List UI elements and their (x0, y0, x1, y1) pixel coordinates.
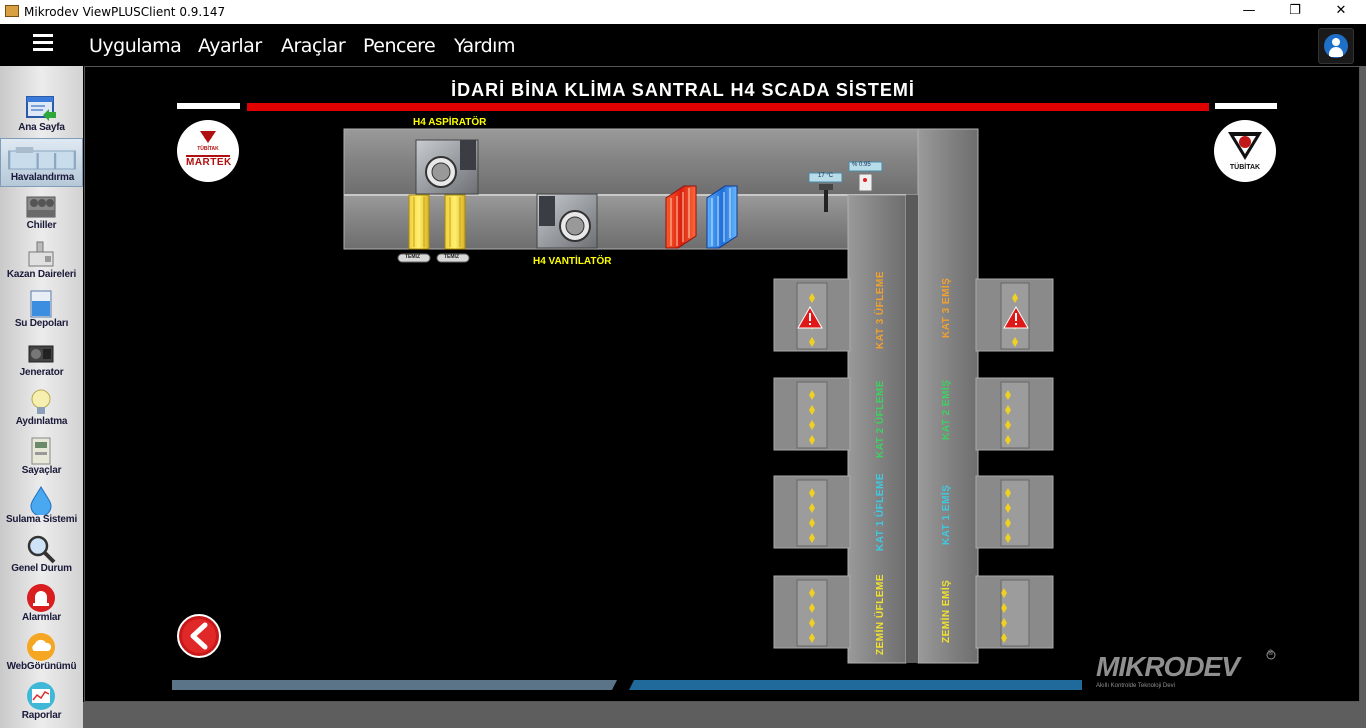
vantilator-label: H4 VANTİLATÖR (533, 256, 612, 267)
vantilator-fan[interactable] (536, 193, 598, 249)
back-button[interactable] (177, 614, 221, 658)
mikrodev-brand: MIKRODEV (1096, 651, 1240, 682)
title-bar-right-white (1215, 103, 1277, 109)
title-bar-red (247, 103, 1209, 111)
kat3-supply-label: KAT 3 ÜFLEME (875, 270, 886, 349)
kat2-supply-label: KAT 2 ÜFLEME (875, 379, 886, 458)
kat1-supply-label: KAT 1 ÜFLEME (875, 472, 886, 551)
filter-2-status: TEMİZ (444, 254, 459, 260)
martek-logo-small-text: TÜBİTAK (197, 146, 219, 152)
mikrodev-tagline: Akıllı Kontrolde Teknoloji Devi (1096, 683, 1175, 689)
aspirator-label: H4 ASPİRATÖR (413, 117, 487, 128)
tubitak-logo (1214, 120, 1276, 182)
heating-coil (665, 185, 697, 249)
temperature-readout: 17 °C (818, 173, 834, 179)
bottom-bar-right (629, 680, 1082, 690)
martek-logo-text: MARTEK (186, 157, 232, 168)
aspirator-fan[interactable] (415, 139, 479, 195)
tubitak-logo-text: TÜBİTAK (1229, 164, 1261, 171)
registered-mark: ® (1268, 650, 1274, 657)
humidity-readout: % 0.95 (852, 162, 871, 168)
filter-1-status: TEMİZ (405, 254, 420, 260)
zemin-exhaust-label: ZEMİN EMİŞ (941, 579, 952, 643)
zemin-supply-label: ZEMİN ÜFLEME (875, 574, 886, 655)
kat3-exhaust-label: KAT 3 EMİŞ (941, 277, 952, 338)
title-bar-left-white (177, 103, 240, 109)
bottom-bar-left (172, 680, 617, 690)
kat2-exhaust-label: KAT 2 EMİŞ (941, 379, 952, 440)
cooling-coil (706, 185, 738, 249)
kat1-exhaust-label: KAT 1 EMİŞ (941, 484, 952, 545)
hvac-diagram (172, 103, 1277, 690)
